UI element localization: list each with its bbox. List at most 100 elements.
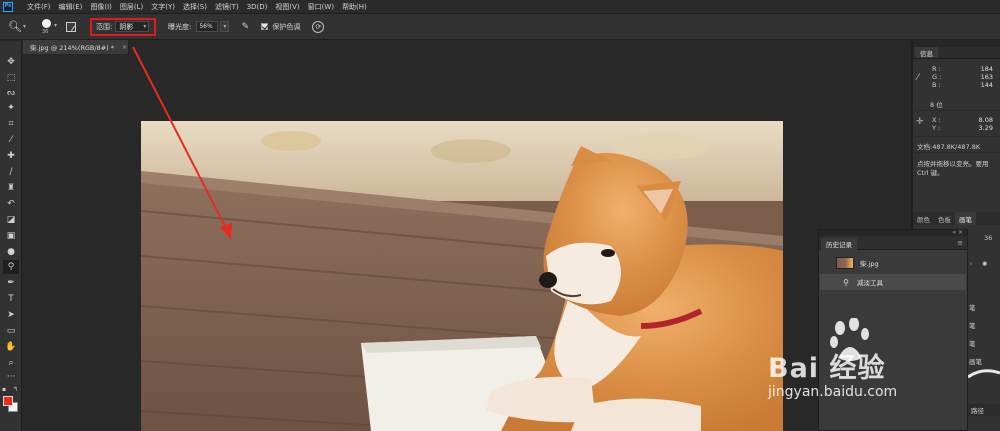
- tool-preset-picker[interactable]: 🔍︎ ▾: [6, 17, 28, 37]
- brush-size-label: 36: [42, 28, 49, 35]
- snapshot-thumbnail: [836, 257, 854, 269]
- info-b-label: B :: [932, 81, 941, 89]
- info-separator: [915, 110, 998, 111]
- photoshop-logo: Ps: [3, 1, 13, 12]
- healing-brush-icon[interactable]: ✚: [3, 149, 19, 163]
- history-tabbar: 历史记录 ≡: [819, 236, 967, 250]
- chevron-down-icon: ▾: [22, 23, 26, 30]
- tab-swatches[interactable]: 色板: [934, 212, 955, 225]
- tab-brush[interactable]: 画笔: [955, 212, 976, 225]
- tools-panel: ✥ ⬚ ᔓ ✦ ⌗ ⁄ ✚ ∕ ♜ ↶ ◪ ▣ ● ⚲ ✒ T ➤ ▭ ✋ ⌕ …: [0, 41, 22, 431]
- chevron-down-icon: ▾: [143, 23, 147, 30]
- brush-tip-icon[interactable]: ✺: [982, 260, 987, 268]
- menu-file[interactable]: 文件(F): [27, 2, 51, 12]
- menu-window[interactable]: 窗口(W): [308, 2, 334, 12]
- magic-wand-icon[interactable]: ✦: [3, 101, 19, 115]
- info-r-label: R :: [932, 65, 941, 73]
- dodge-tool-icon: ⚲: [843, 277, 849, 287]
- options-bar: 🔍︎ ▾ 36 ▾ 范围: 阴影 ▾ 曝光度: 56% ▾ ✎ 保护色调 ⟳: [0, 14, 1000, 40]
- brush-list-item[interactable]: 笔: [969, 302, 976, 312]
- history-source-icon[interactable]: [824, 259, 832, 267]
- pen-tool-icon[interactable]: ✒: [3, 276, 19, 290]
- history-source-icon[interactable]: [824, 278, 832, 286]
- collapse-icon[interactable]: « ×: [952, 229, 963, 236]
- info-x-label: X :: [932, 116, 941, 124]
- info-b-value: 144: [980, 81, 993, 89]
- info-separator: [915, 152, 998, 153]
- exposure-input[interactable]: 56%: [196, 21, 219, 32]
- menu-filter[interactable]: 滤镜(T): [215, 2, 239, 12]
- menu-3d[interactable]: 3D(D): [247, 3, 268, 11]
- document-tab[interactable]: 柴.jpg @ 214%(RGB/8#) * ×: [23, 40, 129, 54]
- tab-info[interactable]: 信息: [915, 47, 938, 58]
- menu-select[interactable]: 选择(S): [183, 2, 207, 12]
- info-r-value: 184: [980, 65, 993, 73]
- gradient-tool-icon[interactable]: ▣: [3, 229, 19, 243]
- photoshop-window: Ps 文件(F) 编辑(E) 图像(I) 图层(L) 文字(Y) 选择(S) 滤…: [0, 0, 1000, 431]
- history-snapshot[interactable]: 柴.jpg: [820, 255, 966, 271]
- brush-settings-panel-icon[interactable]: [66, 21, 76, 32]
- crop-tool-icon[interactable]: ⌗: [3, 117, 19, 131]
- info-y-value: 3.29: [978, 124, 993, 132]
- crosshair-icon: ✛: [916, 117, 924, 127]
- menu-view[interactable]: 视图(V): [275, 2, 299, 12]
- brush-tip-icon[interactable]: ◦: [969, 260, 973, 268]
- document-title: 柴.jpg @ 214%(RGB/8#) *: [30, 44, 115, 52]
- tab-history[interactable]: 历史记录: [821, 238, 857, 250]
- brush-tip-icon: [42, 18, 51, 28]
- range-label: 范围:: [96, 22, 113, 31]
- history-step[interactable]: ⚲ 减淡工具: [820, 274, 966, 290]
- more-tools-icon[interactable]: ···: [3, 370, 19, 384]
- brush-list-item[interactable]: 笔: [969, 338, 976, 348]
- marquee-tool-icon[interactable]: ⬚: [3, 71, 19, 85]
- exposure-label: 曝光度:: [168, 22, 192, 31]
- menu-layer[interactable]: 图层(L): [120, 2, 143, 12]
- eraser-icon[interactable]: ◪: [3, 213, 19, 227]
- dodge-tool-icon[interactable]: ⚲: [3, 260, 19, 274]
- info-tabbar: 信息: [913, 47, 1000, 59]
- history-panel: « × 历史记录 ≡ 柴.jpg ⚲ 减淡工具: [818, 229, 968, 431]
- brush-preset-picker[interactable]: 36 ▾: [36, 17, 60, 37]
- snapshot-label: 柴.jpg: [860, 260, 879, 268]
- tab-paths[interactable]: 路径: [968, 404, 1000, 416]
- info-separator: [915, 136, 998, 137]
- pressure-size-icon[interactable]: ⟳: [312, 20, 325, 33]
- range-select[interactable]: 阴影 ▾: [115, 21, 150, 32]
- clone-stamp-icon[interactable]: ♜: [3, 181, 19, 195]
- history-step-label: 减淡工具: [857, 279, 883, 287]
- exposure-slider-toggle[interactable]: ▾: [220, 21, 230, 32]
- brush-size-value: 36: [984, 234, 993, 242]
- menu-type[interactable]: 文字(Y): [151, 2, 175, 12]
- swap-colors-icon[interactable]: ▪ ↰: [2, 386, 18, 394]
- zoom-tool-icon[interactable]: ⌕: [3, 356, 19, 370]
- brush-stroke-preview: [968, 369, 1000, 379]
- info-g-value: 163: [980, 73, 993, 81]
- airbrush-icon[interactable]: ✎: [239, 21, 251, 33]
- info-hint-line2: Ctrl 键。: [917, 169, 944, 177]
- protect-tone-checkbox[interactable]: [261, 23, 269, 30]
- history-brush-icon[interactable]: ↶: [3, 197, 19, 211]
- foreground-color-swatch[interactable]: [3, 396, 13, 406]
- menu-bar: Ps 文件(F) 编辑(E) 图像(I) 图层(L) 文字(Y) 选择(S) 滤…: [0, 0, 1000, 14]
- move-tool-icon[interactable]: ✥: [3, 55, 19, 69]
- range-value: 阴影: [119, 22, 134, 31]
- brush-list-item[interactable]: 笔: [969, 320, 976, 330]
- hand-tool-icon[interactable]: ✋: [3, 340, 19, 354]
- menu-image[interactable]: 图像(I): [90, 2, 112, 12]
- eyedropper-icon: ⁄: [917, 73, 919, 83]
- blur-tool-icon[interactable]: ●: [3, 245, 19, 259]
- close-icon[interactable]: ×: [122, 44, 127, 51]
- type-tool-icon[interactable]: T: [3, 292, 19, 306]
- chevron-down-icon: ▾: [54, 21, 58, 29]
- document-image[interactable]: [141, 121, 783, 431]
- tab-color[interactable]: 颜色: [913, 212, 934, 225]
- eyedropper-icon[interactable]: ⁄: [3, 133, 19, 147]
- menu-help[interactable]: 帮助(H): [342, 2, 367, 12]
- panel-menu-icon[interactable]: ≡: [957, 239, 963, 247]
- info-y-label: Y :: [932, 124, 941, 132]
- menu-edit[interactable]: 编辑(E): [59, 2, 83, 12]
- shape-tool-icon[interactable]: ▭: [3, 324, 19, 338]
- path-selection-icon[interactable]: ➤: [3, 308, 19, 322]
- brush-tool-icon[interactable]: ∕: [3, 165, 19, 179]
- lasso-tool-icon[interactable]: ᔓ: [3, 86, 19, 100]
